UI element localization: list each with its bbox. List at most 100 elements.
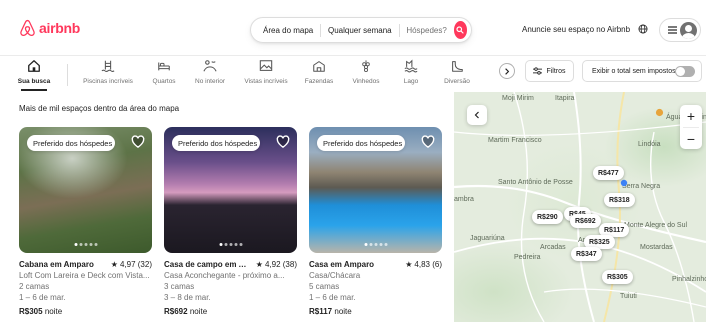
- price-value: R$117: [309, 307, 333, 316]
- rating-value: 4,97 (32): [119, 260, 152, 269]
- total-price-label: Exibir o total sem impostos: [592, 67, 676, 75]
- map-town: Santo Antônio de Posse: [498, 179, 573, 186]
- price-suffix: noite: [334, 307, 352, 316]
- filters-button[interactable]: Filtros: [525, 60, 574, 82]
- map-zoom-controls: + −: [680, 105, 702, 149]
- guest-favorite-badge: Preferido dos hóspedes: [172, 135, 260, 151]
- listing-beds: 3 camas: [164, 282, 195, 291]
- map-town: Pinhalzinho: [672, 276, 706, 283]
- map-price-pin[interactable]: R$692: [570, 214, 601, 228]
- category-piscinas[interactable]: Piscinas incríveis: [78, 59, 138, 85]
- total-price-toggle[interactable]: Exibir o total sem impostos: [582, 60, 702, 82]
- guest-favorite-badge: Preferido dos hóspedes: [317, 135, 405, 151]
- listing-title: Cabana em Amparo: [19, 260, 94, 269]
- category-divider: [67, 64, 68, 86]
- search-dates[interactable]: Qualquer semana: [321, 26, 399, 35]
- category-vistas[interactable]: Vistas incríveis: [236, 59, 296, 85]
- listing-dates: 1 – 6 de mar.: [19, 293, 66, 302]
- listing-photo[interactable]: Preferido dos hóspedes: [19, 127, 152, 253]
- rating-value: 4,92 (38): [264, 260, 297, 269]
- listing-price: R$692 noite: [164, 307, 297, 316]
- airbnb-logo-icon: [20, 19, 35, 37]
- listing-title: Casa de campo em Amparo: [164, 260, 252, 269]
- place-marker-icon: [620, 179, 628, 187]
- map-price-pin[interactable]: R$305: [602, 270, 633, 284]
- price-suffix: noite: [189, 307, 208, 316]
- category-label: Sua busca: [17, 78, 51, 85]
- farm-icon: [313, 61, 325, 72]
- listing-dates: 3 – 8 de mar.: [164, 293, 211, 302]
- view-icon: [259, 60, 273, 71]
- listing-beds: 2 camas: [19, 282, 50, 291]
- place-marker-icon: [655, 108, 664, 117]
- category-no-interior[interactable]: No interior: [180, 59, 240, 85]
- category-label: Diversão: [444, 78, 470, 85]
- heart-icon[interactable]: [276, 135, 290, 148]
- filters-label: Filtros: [546, 67, 566, 75]
- star-icon: ★: [255, 260, 263, 269]
- star-icon: ★: [110, 260, 118, 269]
- listing-card[interactable]: Preferido dos hóspedes Casa em Amparo ★ 4…: [309, 127, 442, 316]
- listing-price: R$305 noite: [19, 307, 152, 316]
- carousel-dots: [74, 243, 97, 246]
- map-price-pin[interactable]: R$477: [593, 166, 624, 180]
- user-menu-button[interactable]: [659, 18, 701, 42]
- bed-icon: [158, 62, 170, 71]
- listing-photo[interactable]: Preferido dos hóspedes: [309, 127, 442, 253]
- map-price-pin[interactable]: R$318: [604, 193, 635, 207]
- listing-rating: ★ 4,97 (32): [111, 260, 152, 269]
- category-next-button[interactable]: [499, 63, 515, 79]
- search-location[interactable]: Área do mapa: [251, 26, 320, 35]
- listing-card[interactable]: Preferido dos hóspedes Casa de campo em …: [164, 127, 297, 316]
- map-price-pin[interactable]: R$347: [571, 247, 602, 261]
- star-icon: ★: [405, 260, 413, 269]
- listing-description: Casa Aconchegante - próximo a...: [164, 271, 285, 280]
- host-link[interactable]: Anuncie seu espaço no Airbnb: [522, 25, 630, 34]
- top-header: airbnb Área do mapa Qualquer semana Hósp…: [0, 0, 706, 56]
- map-town: Tuiuti: [620, 293, 637, 300]
- heart-icon[interactable]: [131, 135, 145, 148]
- zoom-out-button[interactable]: −: [680, 128, 702, 150]
- map-town: Moji Mirim: [502, 95, 534, 102]
- hamburger-icon: [668, 26, 677, 34]
- map-town: ambra: [454, 196, 474, 203]
- map-panel[interactable]: Moji Mirim Itapira Águas de Lindóia Lind…: [454, 92, 706, 322]
- category-label: Fazendas: [304, 78, 334, 85]
- category-fade: [470, 56, 496, 90]
- map-town: Monte Alegre do Sul: [624, 222, 688, 229]
- category-label: No interior: [195, 78, 225, 85]
- map-town: Martim Francisco: [488, 137, 542, 144]
- listing-card[interactable]: Preferido dos hóspedes Cabana em Amparo …: [19, 127, 152, 316]
- listing-description: Loft Com Lareira e Deck com Vista...: [19, 271, 150, 280]
- map-collapse-button[interactable]: [467, 105, 487, 125]
- heart-icon[interactable]: [421, 135, 435, 148]
- listing-photo[interactable]: Preferido dos hóspedes: [164, 127, 297, 253]
- listing-rating: ★ 4,92 (38): [256, 260, 297, 269]
- slide-icon: [452, 61, 463, 72]
- chevron-left-icon: [474, 111, 479, 119]
- map-town: Mostardas: [640, 244, 673, 251]
- map-town: Itapira: [555, 95, 575, 102]
- price-value: R$305: [19, 307, 43, 316]
- globe-icon[interactable]: [638, 24, 648, 34]
- toggle-switch[interactable]: [675, 66, 695, 77]
- guest-favorite-badge: Preferido dos hóspedes: [27, 135, 115, 151]
- carousel-dots: [219, 243, 242, 246]
- category-sua-busca[interactable]: Sua busca: [4, 59, 64, 91]
- listing-price: R$117 noite: [309, 307, 442, 316]
- search-bar[interactable]: Área do mapa Qualquer semana Hóspedes?: [250, 17, 472, 43]
- listing-dates: 1 – 6 de mar.: [309, 293, 356, 302]
- logo-text: airbnb: [39, 20, 80, 36]
- airbnb-logo[interactable]: airbnb: [19, 19, 80, 37]
- listing-rating: ★ 4,83 (6): [405, 260, 442, 269]
- search-guests[interactable]: Hóspedes?: [399, 26, 453, 35]
- search-button[interactable]: [453, 21, 467, 39]
- category-label: Lago: [403, 78, 419, 85]
- carousel-dots: [364, 243, 387, 246]
- category-label: Piscinas incríveis: [83, 78, 133, 85]
- price-suffix: noite: [44, 307, 63, 316]
- category-label: Vinhedos: [352, 78, 380, 85]
- map-price-pin[interactable]: R$290: [532, 210, 563, 224]
- sliders-icon: [533, 67, 543, 75]
- zoom-in-button[interactable]: +: [680, 105, 702, 127]
